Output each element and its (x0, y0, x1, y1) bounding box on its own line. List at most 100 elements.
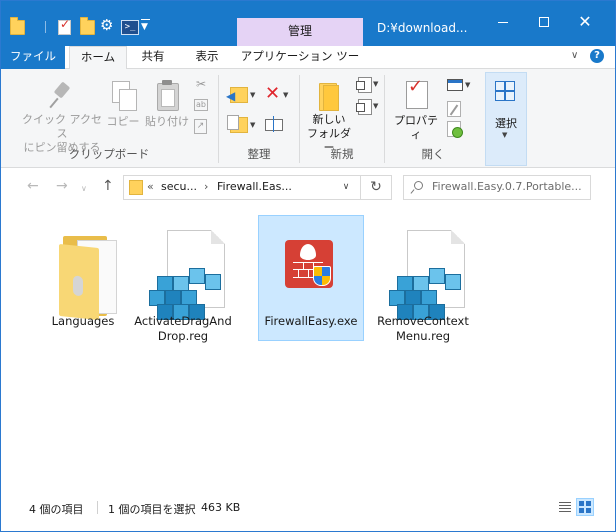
open-group-label: 開く (421, 147, 445, 161)
minimize-button[interactable] (483, 13, 523, 33)
history-icon[interactable] (447, 121, 463, 138)
new-folder-qat-icon[interactable] (80, 17, 95, 35)
group-organize: ◀ ▼ ✕ ▼ ▼ 整理 (219, 69, 299, 167)
file-item-reg[interactable]: ActivateDragAnd Drop.reg (133, 218, 233, 348)
tab-view[interactable]: 表示 (181, 46, 233, 68)
file-name: Languages (51, 314, 115, 328)
organize-group-label: 整理 (247, 147, 271, 161)
chevron-down-icon[interactable]: ▼ (283, 91, 288, 99)
new-item-icon[interactable] (356, 77, 372, 93)
properties-button[interactable]: ✓ プロパティ (391, 69, 441, 145)
chevron-down-icon[interactable]: ▼ (465, 81, 470, 89)
explorer-window: ⚙ >_ ▼ 管理 D:¥download... ✕ ファイル ホーム 共有 表… (0, 0, 616, 532)
chevron-down-icon[interactable]: ▼ (250, 121, 255, 129)
delete-icon[interactable]: ✕ (265, 85, 280, 103)
file-name: RemoveContext Menu.reg (377, 314, 469, 343)
chevron-down-icon: ▼ (502, 131, 508, 139)
refresh-icon[interactable]: ↻ (360, 176, 391, 199)
customize-qat-dropdown-icon[interactable]: ▼ (141, 19, 150, 33)
copy-button[interactable]: コピー (105, 69, 141, 145)
registry-file-icon (145, 230, 225, 322)
status-separator (97, 501, 98, 514)
properties-qat-icon[interactable] (58, 17, 71, 35)
powershell-icon[interactable]: >_ (121, 20, 139, 35)
properties-icon: ✓ (402, 78, 430, 112)
copy-to-icon[interactable] (227, 113, 249, 135)
tab-file[interactable]: ファイル (1, 46, 65, 69)
new-folder-icon (317, 81, 341, 111)
paste-label: 貼り付け (145, 115, 189, 128)
group-clipboard: クイック アクセス にピン留めする コピー 貼り付け ✂ ab ↗ クリップボー… (1, 69, 217, 167)
firewall-app-icon (285, 240, 333, 288)
file-item-exe[interactable]: FirewallEasy.exe (258, 215, 364, 341)
edit-icon[interactable] (447, 101, 461, 117)
breadcrumb-item[interactable]: secu... (161, 180, 197, 193)
move-to-icon[interactable]: ◀ (226, 83, 249, 105)
paste-shortcut-icon[interactable]: ↗ (194, 119, 207, 134)
chevron-down-icon[interactable]: ∨ (336, 176, 356, 199)
breadcrumb-separator: › (204, 180, 209, 193)
folder-icon (129, 180, 143, 195)
file-item-folder[interactable]: Languages (33, 218, 133, 348)
context-tab-header: 管理 (237, 18, 363, 46)
chevron-down-icon[interactable]: ∨ (571, 50, 578, 61)
chevron-down-icon[interactable]: ▼ (250, 91, 255, 99)
large-icons-view-icon[interactable] (576, 498, 594, 516)
back-arrow-icon[interactable]: ← (27, 179, 39, 193)
new-folder-button[interactable]: 新しい フォルダー (302, 69, 356, 154)
forward-arrow-icon[interactable]: → (56, 179, 68, 193)
gear-icon[interactable]: ⚙ (100, 18, 113, 33)
search-input[interactable]: Firewall.Easy.0.7.Portable... (403, 175, 591, 200)
easy-access-icon[interactable] (356, 99, 372, 115)
breadcrumb-item[interactable]: Firewall.Eas... (217, 180, 292, 193)
chevron-down-icon[interactable]: ▼ (373, 102, 378, 110)
select-icon (495, 81, 515, 101)
file-item-reg[interactable]: RemoveContext Menu.reg (373, 218, 473, 348)
tab-share[interactable]: 共有 (130, 46, 176, 68)
search-placeholder: Firewall.Easy.0.7.Portable... (432, 180, 582, 193)
group-new: 新しい フォルダー ▼ ▼ 新規 (300, 69, 384, 167)
cut-icon[interactable]: ✂ (194, 77, 208, 91)
properties-label: プロパティ (394, 114, 438, 141)
window-title: D:¥download... (377, 21, 468, 35)
item-count: 4 個の項目 (29, 503, 84, 516)
copy-path-icon[interactable]: ab (194, 99, 208, 111)
close-button[interactable]: ✕ (565, 13, 605, 33)
context-tab-header-label: 管理 (287, 24, 312, 38)
chevron-down-icon[interactable]: ▼ (373, 80, 378, 88)
navigation-bar: ← → ∨ ↑ « secu... › Firewall.Eas... ∨ ↻ … (1, 168, 615, 208)
breadcrumb-overflow[interactable]: « (147, 180, 154, 193)
tab-application-tools[interactable]: アプリケーション ツール (237, 45, 363, 84)
file-list: Languages ActivateDragAnd Drop.reg Firew… (1, 208, 615, 491)
recent-locations-icon[interactable]: ∨ (81, 182, 87, 196)
copy-icon (109, 79, 137, 113)
rename-icon[interactable] (265, 116, 283, 132)
paste-button[interactable]: 貼り付け (143, 69, 191, 145)
toolbar-separator (45, 21, 46, 33)
clipboard-group-label: クリップボード (68, 147, 150, 161)
file-name: FirewallEasy.exe (264, 314, 358, 328)
new-group-label: 新規 (330, 147, 354, 161)
file-name: ActivateDragAnd Drop.reg (134, 314, 232, 343)
maximize-button[interactable] (524, 13, 564, 33)
select-label: 選択 (495, 117, 517, 130)
select-button[interactable]: 選択 ▼ (485, 72, 527, 166)
folder-icon[interactable] (10, 17, 25, 35)
selection-count: 1 個の項目を選択 (108, 503, 196, 516)
details-view-icon[interactable] (556, 499, 574, 515)
ribbon: クイック アクセス にピン留めする コピー 貼り付け ✂ ab ↗ クリップボー… (1, 69, 615, 168)
copy-label: コピー (106, 115, 140, 128)
pin-icon (49, 81, 75, 111)
pin-to-quick-access-button[interactable]: クイック アクセス にピン留めする (19, 69, 105, 154)
search-icon (414, 181, 423, 190)
title-bar: ⚙ >_ ▼ 管理 D:¥download... ✕ (1, 1, 615, 46)
tab-home[interactable]: ホーム (69, 46, 127, 69)
registry-file-icon (385, 230, 465, 322)
ribbon-tabs: ファイル ホーム 共有 表示 アプリケーション ツール ∨ ? (1, 45, 615, 84)
selection-size: 463 KB (201, 501, 241, 514)
up-arrow-icon[interactable]: ↑ (102, 179, 114, 193)
help-icon[interactable]: ? (590, 49, 604, 63)
folder-icon (53, 230, 119, 321)
open-icon[interactable] (447, 79, 463, 91)
address-bar[interactable]: « secu... › Firewall.Eas... ∨ ↻ (123, 175, 392, 200)
